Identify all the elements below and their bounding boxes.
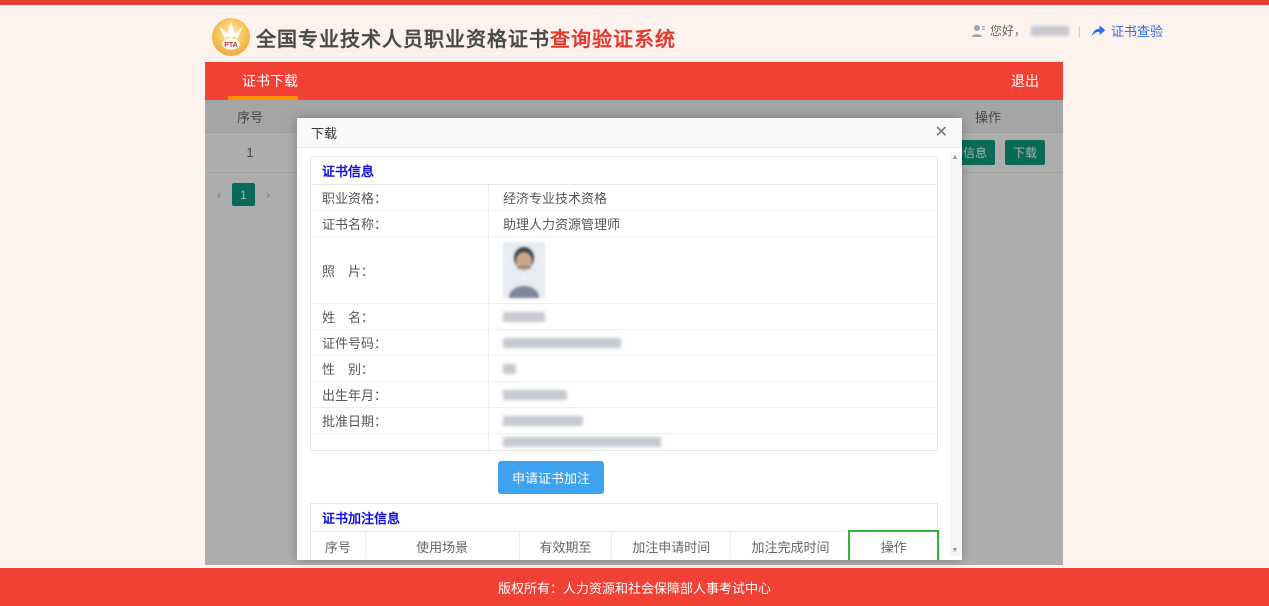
modal-body: 证书信息 职业资格： 经济专业技术资格 证书名称： 助理人力资源管理师 照 片： bbox=[297, 148, 962, 560]
download-modal: 下载 ✕ 证书信息 职业资格： 经济专业技术资格 证书名称： 助理人力资源管理师… bbox=[297, 118, 962, 560]
user-icon bbox=[971, 24, 985, 37]
field-row-cert-name: 证书名称： 助理人力资源管理师 bbox=[311, 211, 937, 237]
extra-info-redacted bbox=[503, 437, 661, 447]
site-title: 全国专业技术人员职业资格证书 bbox=[256, 28, 550, 51]
field-row-photo: 照 片： bbox=[311, 237, 937, 304]
id-photo bbox=[503, 242, 545, 298]
cert-info-section: 证书信息 职业资格： 经济专业技术资格 证书名称： 助理人力资源管理师 照 片： bbox=[310, 156, 938, 451]
user-area: 您好， | 证书查验 bbox=[971, 21, 1163, 40]
site-subtitle: 查询验证系统 bbox=[550, 28, 676, 51]
svg-text:PTA: PTA bbox=[224, 42, 237, 49]
scroll-up-icon[interactable]: ▲ bbox=[952, 154, 959, 161]
cert-info-section-title: 证书信息 bbox=[311, 157, 937, 185]
gender-redacted bbox=[503, 363, 516, 374]
approval-date-redacted bbox=[503, 415, 583, 426]
modal-title: 下载 bbox=[311, 126, 338, 141]
modal-titlebar: 下载 ✕ bbox=[297, 118, 962, 148]
birth-date-redacted bbox=[503, 389, 567, 400]
annotation-table-header: 序号 使用场景 有效期至 加注申请时间 加注完成时间 操作 bbox=[311, 532, 937, 560]
copyright-text: 版权所有：人力资源和社会保障部人事考试中心 bbox=[497, 581, 771, 596]
modal-close-icon[interactable]: ✕ bbox=[935, 124, 948, 141]
username-redacted bbox=[1030, 25, 1069, 36]
site-header: PTA 全国专业技术人员职业资格证书 查询验证系统 您好， | 证书查验 bbox=[0, 5, 1269, 62]
field-row-extra bbox=[311, 434, 937, 450]
tab-cert-download[interactable]: 证书下载 bbox=[228, 62, 298, 100]
tab-cert-download-label: 证书下载 bbox=[242, 73, 298, 89]
field-row-approval-date: 批准日期： bbox=[311, 408, 937, 434]
annotation-table: 序号 使用场景 有效期至 加注申请时间 加注完成时间 操作 1 本人调用 202… bbox=[311, 530, 939, 560]
pta-logo-icon: PTA bbox=[212, 18, 250, 56]
share-arrow-icon bbox=[1091, 24, 1106, 37]
logout-button[interactable]: 退出 bbox=[1011, 71, 1039, 91]
greeting-text: 您好， bbox=[989, 24, 1026, 38]
cert-verify-link[interactable]: 证书查验 bbox=[1111, 21, 1163, 40]
field-row-name: 姓 名： bbox=[311, 304, 937, 330]
field-row-gender: 性 别： bbox=[311, 356, 937, 382]
annotation-section-title: 证书加注信息 bbox=[311, 504, 937, 532]
modal-scrollbar[interactable]: ▲ ▼ bbox=[950, 152, 960, 556]
id-number-redacted bbox=[503, 337, 621, 348]
field-row-birth-date: 出生年月： bbox=[311, 382, 937, 408]
field-row-id-number: 证件号码： bbox=[311, 330, 937, 356]
brand: PTA 全国专业技术人员职业资格证书 查询验证系统 bbox=[211, 17, 676, 57]
annotation-section: 证书加注信息 序号 使用场景 有效期至 加注申请时间 加注完成时间 操作 1 本… bbox=[310, 503, 939, 560]
scroll-down-icon[interactable]: ▼ bbox=[952, 547, 959, 554]
site-footer: 版权所有：人力资源和社会保障部人事考试中心 bbox=[0, 568, 1269, 606]
name-redacted bbox=[503, 311, 545, 322]
header-divider: | bbox=[1077, 23, 1081, 38]
field-row-qualification: 职业资格： 经济专业技术资格 bbox=[311, 185, 937, 211]
main-nav: 证书下载 退出 bbox=[205, 62, 1063, 100]
apply-annotation-button[interactable]: 申请证书加注 bbox=[498, 461, 605, 494]
